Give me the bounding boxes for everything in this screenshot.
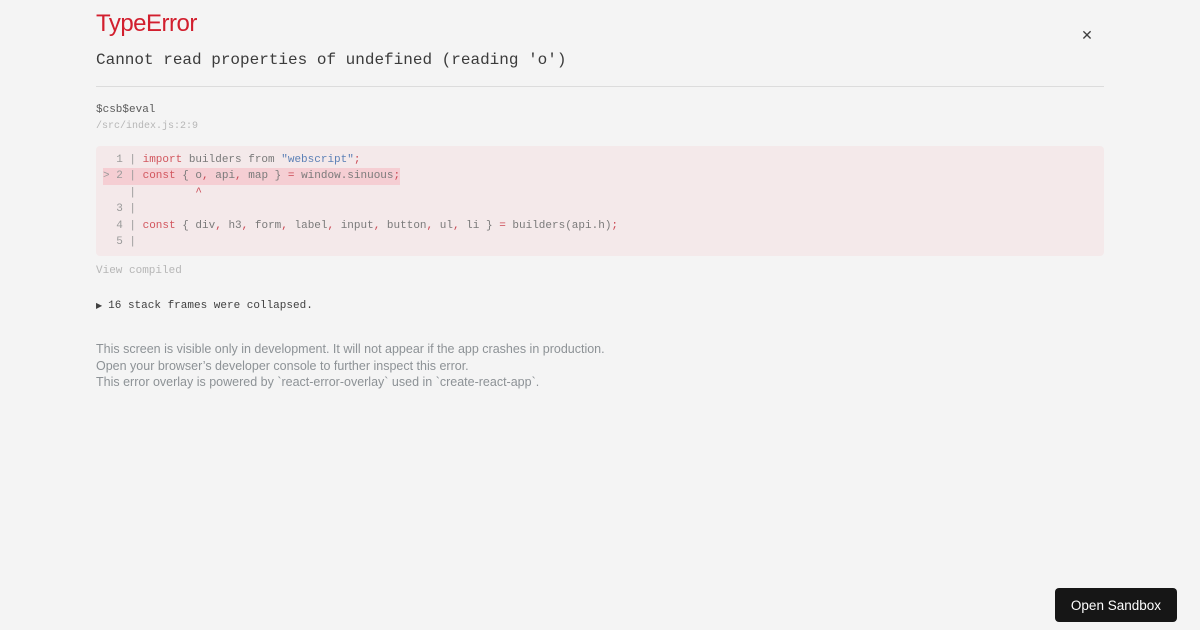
error-message: Cannot read properties of undefined (rea… [96, 51, 567, 69]
expand-triangle-icon: ▶ [96, 301, 103, 311]
error-overlay: TypeError ✕ Cannot read properties of un… [96, 10, 1104, 391]
collapsed-frames-label: 16 stack frames were collapsed. [108, 300, 313, 313]
footer-line-3: This error overlay is powered by `react-… [96, 375, 540, 390]
code-line: 4 | const { div, h3, form, label, input,… [103, 219, 619, 232]
code-line: 3 | [103, 203, 143, 216]
view-compiled-link[interactable]: View compiled [96, 265, 182, 278]
close-icon[interactable]: ✕ [1076, 24, 1098, 46]
divider [96, 86, 1104, 87]
stack-frame-location: /src/index.js:2:9 [96, 121, 199, 132]
code-line: 5 | [103, 236, 143, 249]
footer-line-2: Open your browser’s developer console to… [96, 358, 469, 373]
stack-frame-function: $csb$eval [96, 104, 156, 116]
open-sandbox-button[interactable]: Open Sandbox [1054, 588, 1177, 622]
footer-line-1: This screen is visible only in developme… [96, 342, 605, 357]
error-title: TypeError [96, 10, 197, 37]
code-line: > 2 | const { o, api, map } = window.sin… [103, 168, 1104, 185]
footer-note: This screen is visible only in developme… [96, 341, 1104, 391]
code-frame: 1 | import builders from "webscript"; > 2… [96, 146, 1104, 257]
code-line: | ^ [103, 186, 203, 199]
code-line: 1 | import builders from "webscript"; [103, 154, 361, 166]
collapsed-frames-toggle[interactable]: ▶ 16 stack frames were collapsed. [96, 299, 1104, 313]
